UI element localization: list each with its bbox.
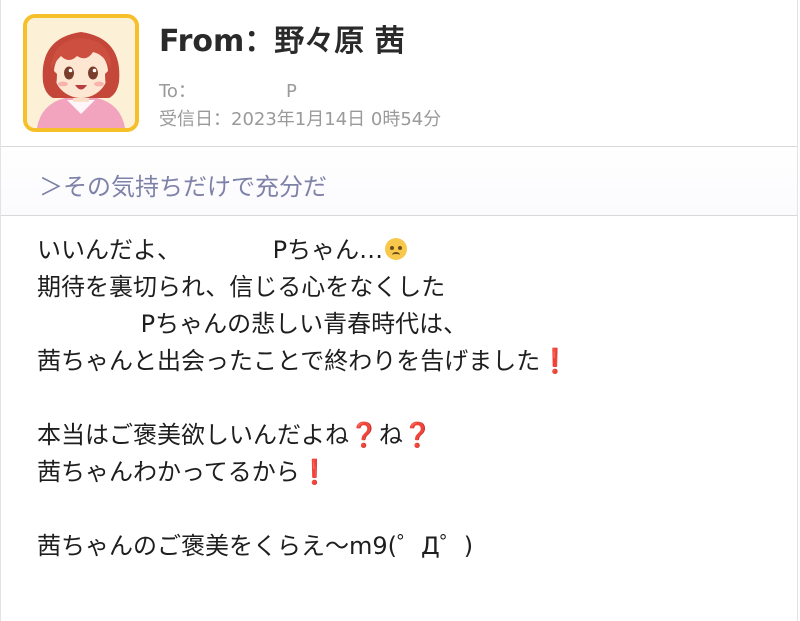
- body-text: 茜ちゃんと出会ったことで終わりを告げました: [37, 347, 541, 375]
- body-text: いいんだよ、 Pちゃん…: [37, 236, 384, 264]
- to-label: To：: [159, 81, 196, 102]
- body-line: 茜ちゃんわかってるから❗: [37, 454, 777, 491]
- mail-header: From：野々原 茜 To： P 受信日：2023年1月14日 0時54分: [1, 0, 797, 147]
- body-text: ね: [378, 421, 403, 449]
- exclamation-icon: ❗: [540, 347, 571, 375]
- body-line: Pちゃんの悲しい青春時代は、: [37, 310, 468, 338]
- sweat-face-icon: [385, 238, 408, 260]
- mail-body: いいんだよ、 Pちゃん… 期待を裏切られ、信じる心をなくした Pちゃんの悲しい青…: [37, 232, 777, 565]
- exclamation-icon: ❗: [299, 458, 330, 486]
- sender-avatar[interactable]: [23, 14, 139, 132]
- question-icon: ❓: [349, 421, 379, 449]
- recipient-line: To： P: [159, 80, 297, 104]
- mail-subject: ＞その気持ちだけで充分だ: [39, 173, 327, 201]
- mail-view: From：野々原 茜 To： P 受信日：2023年1月14日 0時54分 ＞その…: [0, 0, 798, 621]
- character-avatar-icon: [27, 18, 135, 128]
- body-text: 茜ちゃんわかってるから: [37, 458, 300, 486]
- body-line: 茜ちゃんと出会ったことで終わりを告げました❗: [37, 343, 777, 380]
- body-line: いいんだよ、 Pちゃん…: [37, 232, 777, 269]
- body-text: 本当はご褒美欲しいんだよね: [37, 421, 349, 449]
- received-date: 受信日：2023年1月14日 0時54分: [159, 109, 442, 130]
- body-line: 茜ちゃんのご褒美をくらえ〜m9(゜Д゜): [37, 532, 474, 560]
- sender-name: From：野々原 茜: [159, 24, 405, 59]
- question-icon: ❓: [402, 421, 433, 449]
- body-line: 本当はご褒美欲しいんだよね❓ね❓: [37, 417, 777, 454]
- recipient-name: P: [285, 81, 297, 102]
- body-line: 期待を裏切られ、信じる心をなくした: [37, 273, 446, 301]
- subject-bar: ＞その気持ちだけで充分だ: [1, 147, 797, 216]
